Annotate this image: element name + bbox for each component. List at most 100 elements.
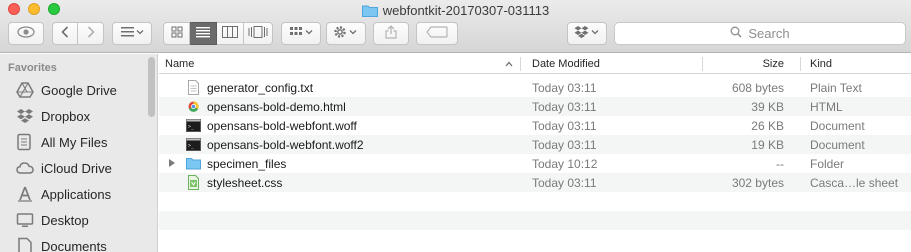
column-header-name[interactable]: Name (165, 54, 194, 74)
column-divider[interactable] (520, 57, 521, 71)
file-date: Today 10:12 (532, 156, 598, 171)
title-bar: webfontkit-20170307-031113 Search (0, 0, 911, 53)
arrange-button[interactable] (112, 22, 152, 45)
sidebar-item-dropbox[interactable]: Dropbox (0, 103, 150, 129)
icon-view-button[interactable] (163, 22, 190, 45)
sidebar-item-label: iCloud Drive (41, 160, 112, 176)
file-kind: Casca…le sheet (810, 175, 899, 190)
eye-icon (17, 26, 35, 41)
file-date: Today 03:11 (532, 99, 597, 114)
window-title: webfontkit-20170307-031113 (0, 1, 911, 19)
text-file-icon (186, 80, 201, 95)
sidebar-heading: Favorites (8, 62, 57, 74)
back-forward-group (52, 22, 104, 45)
quick-look-button[interactable] (8, 22, 44, 45)
file-list: Name Date Modified Size Kind generator_c… (159, 54, 911, 252)
tag-button[interactable] (416, 22, 458, 45)
empty-row (159, 230, 911, 249)
finder-window: webfontkit-20170307-031113 Search Favori… (0, 0, 911, 252)
folder-icon (361, 4, 378, 17)
file-size: 26 KB (751, 118, 784, 133)
chrome-html-icon (186, 99, 201, 114)
file-date: Today 03:11 (532, 80, 597, 95)
share-icon (385, 25, 397, 42)
coverflow-view-icon (248, 26, 268, 41)
column-divider[interactable] (702, 57, 703, 71)
sidebar-item-label: Dropbox (41, 108, 91, 124)
file-kind: HTML (810, 99, 843, 114)
folder-icon (186, 156, 201, 171)
action-button[interactable] (326, 22, 366, 45)
sidebar-item-label: Documents (41, 238, 107, 252)
terminal-doc-icon: >_ (186, 118, 201, 133)
list-view-button[interactable] (190, 22, 217, 45)
sidebar-item-google-drive[interactable]: Google Drive (0, 77, 150, 103)
file-size: 608 bytes (731, 80, 784, 95)
file-name: opensans-bold-webfont.woff (207, 118, 357, 133)
file-kind: Document (810, 118, 865, 133)
file-size: -- (776, 156, 784, 171)
sidebar-item-label: Applications (41, 186, 112, 202)
dropbox-icon (16, 107, 34, 125)
sidebar-item-icloud-drive[interactable]: iCloud Drive (0, 155, 150, 181)
svg-text:>_: >_ (188, 143, 195, 149)
table-row[interactable]: >_ opensans-bold-webfont.woff Today 03:1… (159, 116, 911, 135)
cloud-icon (16, 159, 34, 177)
column-divider[interactable] (800, 57, 801, 71)
css-file-icon (186, 175, 201, 190)
column-header-date[interactable]: Date Modified (532, 54, 600, 74)
share-button[interactable] (373, 22, 409, 45)
table-row[interactable]: stylesheet.css Today 03:11 302 bytes Cas… (159, 173, 911, 192)
file-date: Today 03:11 (532, 118, 597, 133)
group-button[interactable] (281, 22, 321, 45)
column-header-size[interactable]: Size (704, 54, 784, 74)
sort-ascending-icon (505, 54, 513, 74)
search-field[interactable]: Search (614, 22, 906, 45)
column-header-row: Name Date Modified Size Kind (159, 54, 911, 74)
file-size: 302 bytes (731, 175, 784, 190)
sidebar-item-desktop[interactable]: Desktop (0, 207, 150, 233)
coverflow-view-button[interactable] (244, 22, 273, 45)
file-kind: Plain Text (810, 80, 862, 95)
google-drive-icon (16, 81, 34, 99)
table-row[interactable]: generator_config.txt Today 03:11 608 byt… (159, 78, 911, 97)
forward-icon (87, 26, 95, 41)
table-row[interactable]: >_ opensans-bold-webfont.woff2 Today 03:… (159, 135, 911, 154)
window-title-text: webfontkit-20170307-031113 (382, 2, 550, 18)
applications-icon (16, 185, 34, 203)
column-view-button[interactable] (217, 22, 244, 45)
table-row[interactable]: specimen_files Today 10:12 -- Folder (159, 154, 911, 173)
sidebar-item-documents[interactable]: Documents (0, 233, 150, 252)
sidebar-scrollbar[interactable] (148, 57, 155, 117)
gear-icon (333, 25, 359, 42)
search-placeholder: Search (748, 26, 790, 41)
sidebar-item-applications[interactable]: Applications (0, 181, 150, 207)
back-icon (61, 26, 69, 41)
empty-row (159, 192, 911, 211)
sidebar-item-label: All My Files (41, 134, 108, 150)
sidebar-item-label: Google Drive (41, 82, 117, 98)
desktop-icon (16, 211, 34, 229)
column-view-icon (222, 26, 238, 41)
file-name: opensans-bold-webfont.woff2 (207, 137, 364, 152)
disclosure-triangle-icon[interactable] (169, 159, 175, 167)
sidebar-item-all-my-files[interactable]: All My Files (0, 129, 150, 155)
tag-icon (426, 26, 448, 41)
back-button[interactable] (52, 22, 78, 45)
file-date: Today 03:11 (532, 137, 597, 152)
view-mode-group (163, 22, 273, 45)
column-header-kind[interactable]: Kind (810, 54, 832, 74)
terminal-doc-icon: >_ (186, 137, 201, 152)
file-name: opensans-bold-demo.html (207, 99, 346, 114)
group-icon (289, 26, 313, 41)
file-kind: Document (810, 137, 865, 152)
arrange-icon (120, 26, 144, 41)
forward-button[interactable] (78, 22, 104, 45)
sidebar: Favorites Google Drive Dropbox All My Fi… (0, 54, 158, 252)
table-row[interactable]: opensans-bold-demo.html Today 03:11 39 K… (159, 97, 911, 116)
dropbox-icon (574, 25, 600, 42)
documents-icon (16, 237, 34, 252)
file-name: stylesheet.css (207, 175, 283, 190)
file-kind: Folder (810, 156, 845, 171)
dropbox-menu-button[interactable] (567, 22, 607, 45)
